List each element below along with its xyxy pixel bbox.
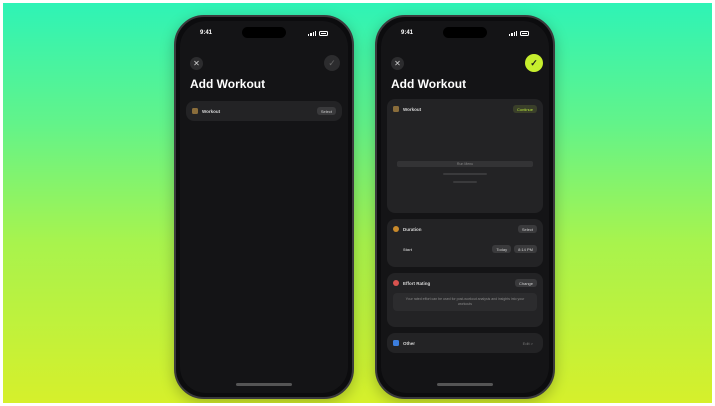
done-button[interactable]: ✓ xyxy=(324,55,340,71)
close-button[interactable]: ✕ xyxy=(391,57,404,70)
background-canvas: 9:41 ✕ ✓ Add Workout Workout Select 9:41… xyxy=(3,3,712,403)
page-title: Add Workout xyxy=(391,77,467,91)
select-duration-button[interactable]: Select xyxy=(517,225,537,233)
other-row[interactable]: Other Edit > xyxy=(387,333,543,353)
change-effort-button[interactable]: Change xyxy=(514,279,537,287)
status-bar: 9:41 xyxy=(180,27,348,39)
start-row: Start Today 8:14 PM xyxy=(387,239,543,259)
workout-label: Workout xyxy=(403,106,422,112)
done-button[interactable]: ✓ xyxy=(525,54,543,72)
workout-preview: Run Menu xyxy=(397,161,533,167)
duration-label: Duration xyxy=(403,226,422,232)
workout-row[interactable]: Workout Select xyxy=(186,101,342,121)
battery-icon xyxy=(520,30,529,36)
phone-left: 9:41 ✕ ✓ Add Workout Workout Select xyxy=(174,15,354,399)
dumbbell-icon xyxy=(192,108,198,114)
other-label: Other xyxy=(403,340,416,346)
edit-other-button[interactable]: Edit > xyxy=(519,339,537,347)
clock-icon xyxy=(393,226,399,232)
duration-row[interactable]: Duration Select xyxy=(387,219,543,239)
select-workout-button[interactable]: Select xyxy=(316,107,336,115)
close-button[interactable]: ✕ xyxy=(190,57,203,70)
workout-label: Workout xyxy=(202,108,221,114)
effort-description: Your rated effort can be used for post-w… xyxy=(393,293,537,311)
chart-icon xyxy=(393,340,399,346)
home-indicator xyxy=(437,383,493,386)
workout-row[interactable]: Workout Continue xyxy=(387,99,543,119)
signal-icon xyxy=(509,30,517,36)
status-bar: 9:41 xyxy=(381,27,549,39)
status-icons xyxy=(509,30,529,36)
status-icons xyxy=(308,30,328,36)
start-time-button[interactable]: 8:14 PM xyxy=(514,245,537,253)
page-title: Add Workout xyxy=(190,77,266,91)
home-indicator xyxy=(236,383,292,386)
effort-card: Effort Rating Change Your rated effort c… xyxy=(387,273,543,327)
continue-button[interactable]: Continue xyxy=(512,105,537,113)
placeholder-line xyxy=(453,181,477,183)
placeholder-line xyxy=(443,173,487,175)
phone-right: 9:41 ✕ ✓ Add Workout Workout Continue Ru… xyxy=(375,15,555,399)
start-date-button[interactable]: Today xyxy=(492,245,512,253)
phone-left-screen: 9:41 ✕ ✓ Add Workout Workout Select xyxy=(180,21,348,393)
status-time: 9:41 xyxy=(401,30,414,36)
effort-row[interactable]: Effort Rating Change xyxy=(387,273,543,293)
phone-right-screen: 9:41 ✕ ✓ Add Workout Workout Continue Ru… xyxy=(381,21,549,393)
effort-label: Effort Rating xyxy=(403,280,431,286)
other-card[interactable]: Other Edit > xyxy=(387,333,543,353)
start-label: Start xyxy=(403,246,413,252)
dumbbell-icon xyxy=(393,106,399,112)
workout-card[interactable]: Workout Select xyxy=(186,101,342,121)
workout-preview-title: Run Menu xyxy=(456,162,474,166)
heart-icon xyxy=(393,280,399,286)
signal-icon xyxy=(308,30,316,36)
duration-card: Duration Select Start Today 8:14 PM xyxy=(387,219,543,267)
status-time: 9:41 xyxy=(200,30,213,36)
battery-icon xyxy=(319,30,328,36)
workout-card[interactable]: Workout Continue Run Menu xyxy=(387,99,543,213)
